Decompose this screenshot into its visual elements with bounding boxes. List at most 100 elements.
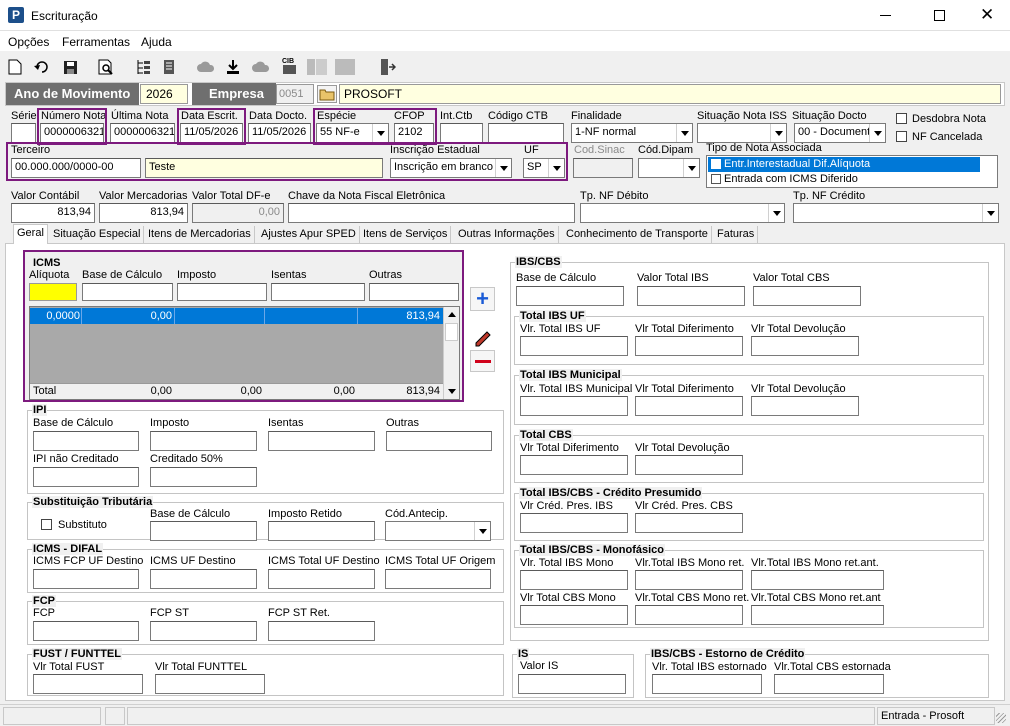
document-icon[interactable] — [160, 57, 180, 77]
ipi-isentas-input[interactable] — [268, 431, 375, 451]
difal-f4-input[interactable] — [385, 569, 491, 589]
list-item[interactable]: Entr.Interestadual Dif.Alíquota — [708, 157, 980, 172]
cib-icon[interactable]: CIB — [280, 55, 300, 75]
ipi-outras-input[interactable] — [386, 431, 492, 451]
aliquota-input[interactable] — [29, 283, 77, 301]
coddipam-select[interactable] — [638, 158, 700, 178]
chevron-down-icon[interactable] — [768, 204, 784, 222]
estorno-f1-input[interactable] — [652, 674, 762, 694]
save-icon[interactable] — [60, 57, 80, 77]
edit-row-button[interactable] — [470, 328, 495, 348]
desdobra-checkbox[interactable] — [896, 113, 907, 124]
presumido-f1-input[interactable] — [520, 513, 628, 533]
table-row[interactable]: 0,0000 0,00 813,94 — [30, 308, 443, 324]
presumido-f2-input[interactable] — [635, 513, 743, 533]
scroll-up-icon[interactable] — [448, 312, 456, 317]
chevron-down-icon[interactable] — [770, 124, 786, 142]
scroll-down-icon[interactable] — [448, 389, 456, 394]
cbs-f2-input[interactable] — [635, 455, 743, 475]
ibsmun-f3-input[interactable] — [751, 396, 859, 416]
cloud-icon[interactable] — [251, 57, 271, 77]
tab-geral[interactable]: Geral — [13, 224, 48, 245]
sit-docto-select[interactable]: 00 - Document — [794, 123, 886, 143]
exit-icon[interactable] — [378, 57, 398, 77]
difal-f3-input[interactable] — [268, 569, 375, 589]
fcp-f3-input[interactable] — [268, 621, 375, 641]
scrollbar[interactable] — [443, 307, 459, 399]
mono-f1-input[interactable] — [520, 570, 628, 590]
panel-icon[interactable] — [307, 57, 327, 77]
ibsuf-f1-input[interactable] — [520, 336, 628, 356]
export-icon[interactable] — [223, 57, 243, 77]
tipo-assoc-list[interactable]: Entr.Interestadual Dif.Alíquota Entrada … — [706, 155, 998, 188]
cbs-f1-input[interactable] — [520, 455, 628, 475]
ipi-nao-cred-input[interactable] — [33, 467, 139, 487]
mono-f4-input[interactable] — [520, 605, 628, 625]
checkbox-icon[interactable] — [711, 159, 721, 169]
menu-opcoes[interactable]: Opções — [8, 35, 49, 49]
finalidade-select[interactable]: 1-NF normal — [571, 123, 693, 143]
ibscbs-cbs-input[interactable] — [753, 286, 861, 306]
chave-input[interactable] — [288, 203, 575, 223]
tree-icon[interactable] — [133, 57, 153, 77]
valor-contabil-input[interactable]: 813,94 — [11, 203, 95, 223]
difal-f2-input[interactable] — [150, 569, 257, 589]
difal-f1-input[interactable] — [33, 569, 139, 589]
chevron-down-icon[interactable] — [869, 124, 885, 142]
mono-f6-input[interactable] — [751, 605, 884, 625]
tab-outras-informacoes[interactable]: Outras Informações — [455, 226, 559, 244]
folder-icon[interactable] — [317, 85, 337, 103]
data-docto-input[interactable]: 11/05/2026 — [248, 123, 311, 143]
valor-merc-input[interactable]: 813,94 — [99, 203, 188, 223]
chevron-down-icon[interactable] — [474, 522, 490, 540]
tab-situacao-especial[interactable]: Situação Especial — [50, 226, 145, 244]
mono-f2-input[interactable] — [635, 570, 743, 590]
ibsuf-f3-input[interactable] — [751, 336, 859, 356]
menu-ferramentas[interactable]: Ferramentas — [62, 35, 130, 49]
new-icon[interactable] — [5, 57, 25, 77]
chevron-down-icon[interactable] — [676, 124, 692, 142]
tab-itens-mercadorias[interactable]: Itens de Mercadorias — [145, 226, 255, 244]
tp-debito-select[interactable] — [580, 203, 785, 223]
mono-f5-input[interactable] — [635, 605, 743, 625]
ibsmun-f1-input[interactable] — [520, 396, 628, 416]
intctb-input[interactable] — [440, 123, 483, 143]
mono-f3-input[interactable] — [751, 570, 884, 590]
fcp-f2-input[interactable] — [150, 621, 257, 641]
fust-f2-input[interactable] — [155, 674, 265, 694]
fcp-f1-input[interactable] — [33, 621, 139, 641]
icms-grid[interactable]: 0,0000 0,00 813,94 Total 0,00 0,00 0,00 … — [29, 306, 460, 400]
tab-ajustes-sped[interactable]: Ajustes Apur SPED — [258, 226, 360, 244]
ano-input[interactable]: 2026 — [140, 84, 188, 104]
st-base-input[interactable] — [150, 521, 257, 541]
tab-itens-servicos[interactable]: Itens de Serviços — [360, 226, 452, 244]
tp-credito-select[interactable] — [793, 203, 999, 223]
ibsmun-f2-input[interactable] — [635, 396, 743, 416]
ipi-imposto-input[interactable] — [150, 431, 257, 451]
remove-row-button[interactable] — [470, 350, 495, 372]
resize-grip-icon[interactable] — [996, 713, 1006, 723]
close-icon[interactable]: ✕ — [980, 5, 994, 25]
st-antecip-select[interactable] — [385, 521, 491, 541]
panel-icon[interactable] — [335, 57, 355, 77]
fust-f1-input[interactable] — [33, 674, 143, 694]
ipi-cred50-input[interactable] — [150, 467, 257, 487]
icms-base-input[interactable] — [82, 283, 173, 301]
tab-conhecimento-transporte[interactable]: Conhecimento de Transporte — [563, 226, 712, 244]
icms-isentas-input[interactable] — [271, 283, 365, 301]
ipi-base-input[interactable] — [33, 431, 139, 451]
maximize-icon[interactable] — [934, 10, 945, 21]
undo-icon[interactable] — [32, 57, 52, 77]
list-item[interactable]: Entrada com ICMS Diferido — [708, 172, 980, 187]
cloud-icon[interactable] — [196, 57, 216, 77]
icms-imposto-input[interactable] — [177, 283, 267, 301]
minimize-icon[interactable] — [880, 15, 891, 16]
cancelada-checkbox[interactable] — [896, 131, 907, 142]
menu-ajuda[interactable]: Ajuda — [141, 35, 172, 49]
preview-icon[interactable] — [96, 57, 116, 77]
is-f1-input[interactable] — [518, 674, 626, 694]
chevron-down-icon[interactable] — [982, 204, 998, 222]
tab-faturas[interactable]: Faturas — [714, 226, 759, 244]
ibsuf-f2-input[interactable] — [635, 336, 743, 356]
checkbox-icon[interactable] — [711, 174, 721, 184]
